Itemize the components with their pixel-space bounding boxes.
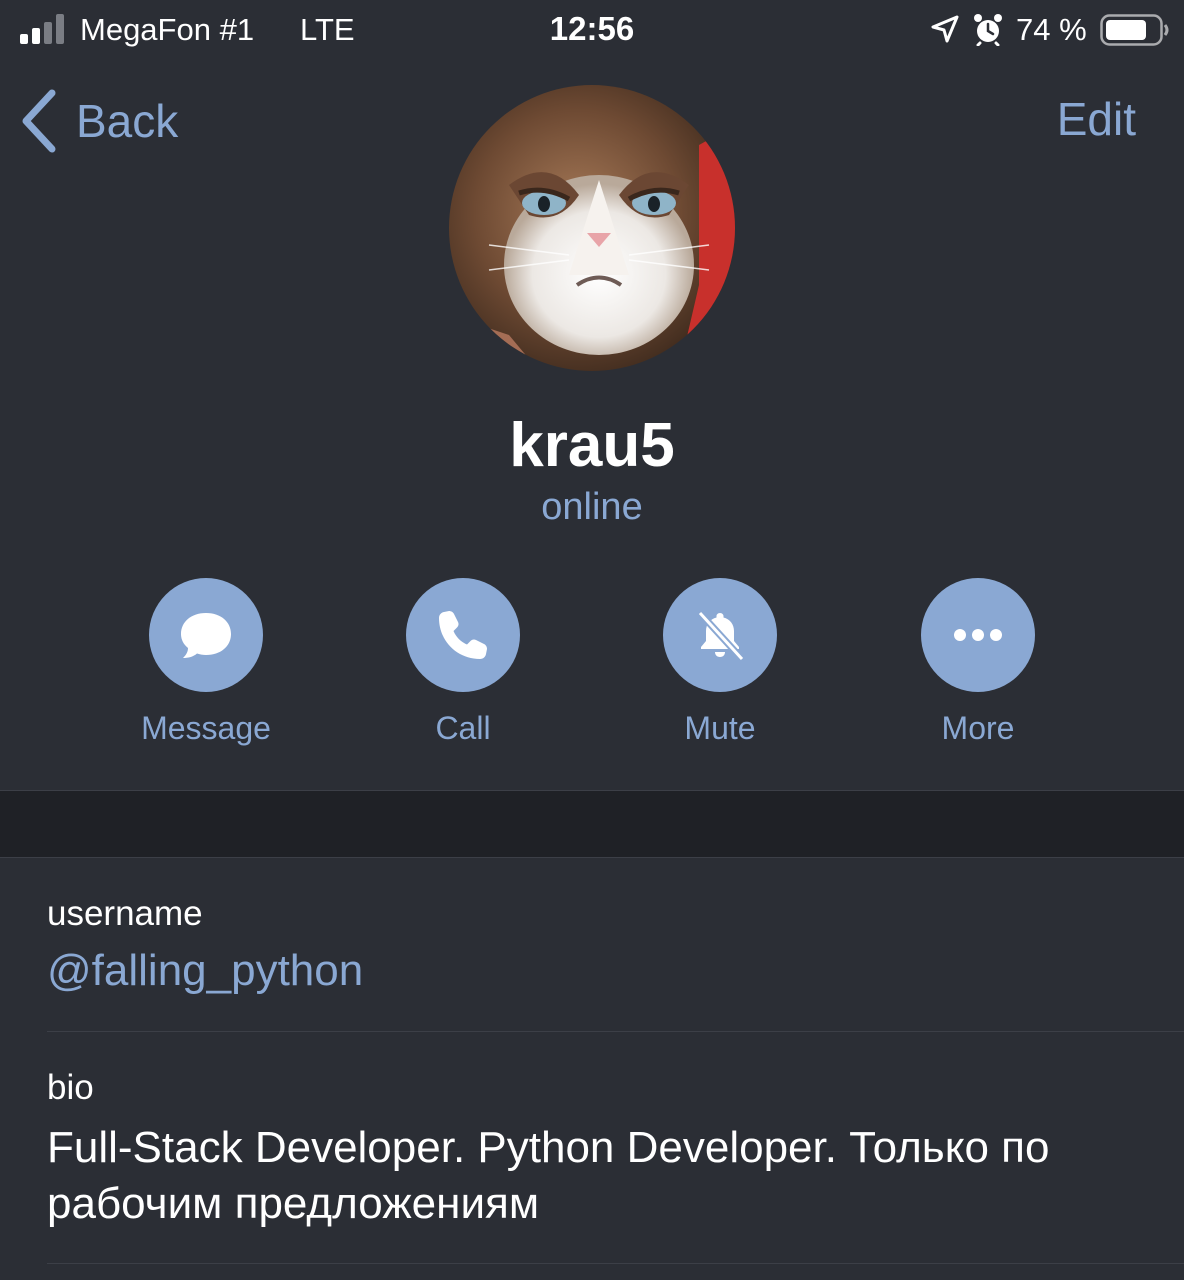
call-label: Call [435,710,491,746]
more-button-circle[interactable] [921,578,1035,692]
chevron-left-icon [22,89,56,153]
profile-name: krau5 [509,411,675,480]
call-button[interactable]: Call [363,578,563,747]
grumpy-cat-photo [449,85,735,371]
location-arrow-icon [931,15,959,43]
message-button[interactable]: Message [106,578,306,747]
edit-button[interactable]: Edit [1057,92,1136,146]
more-dots-icon [954,629,1002,641]
back-button[interactable]: Back [18,86,178,156]
battery-percentage: 74 % [1016,12,1087,47]
section-divider [0,790,1184,858]
bio-label: bio [47,1068,94,1107]
alarm-clock-icon [974,14,1002,46]
message-label: Message [141,710,271,746]
message-bubble-icon [181,613,231,658]
username-link[interactable]: @falling_python [47,946,363,996]
bio-text: Full-Stack Developer. Python Developer. … [47,1123,1050,1228]
profile-status: online [541,486,643,528]
status-time: 12:56 [549,10,635,47]
bell-muted-icon [697,610,745,662]
username-label: username [47,894,203,933]
battery-icon [1100,14,1169,46]
back-label: Back [76,95,179,147]
mute-button[interactable]: Mute [620,578,820,747]
phone-icon [439,611,487,659]
call-button-circle[interactable] [406,578,520,692]
row-separator [47,1263,1184,1264]
message-button-circle[interactable] [149,578,263,692]
row-separator [47,1031,1184,1032]
mute-label: Mute [684,710,756,746]
more-button[interactable]: More [878,578,1078,747]
mute-button-circle[interactable] [663,578,777,692]
status-bar: MegaFon #1 LTE 12:56 74 % [0,0,1184,62]
more-label: More [941,710,1015,746]
avatar[interactable] [449,85,735,371]
